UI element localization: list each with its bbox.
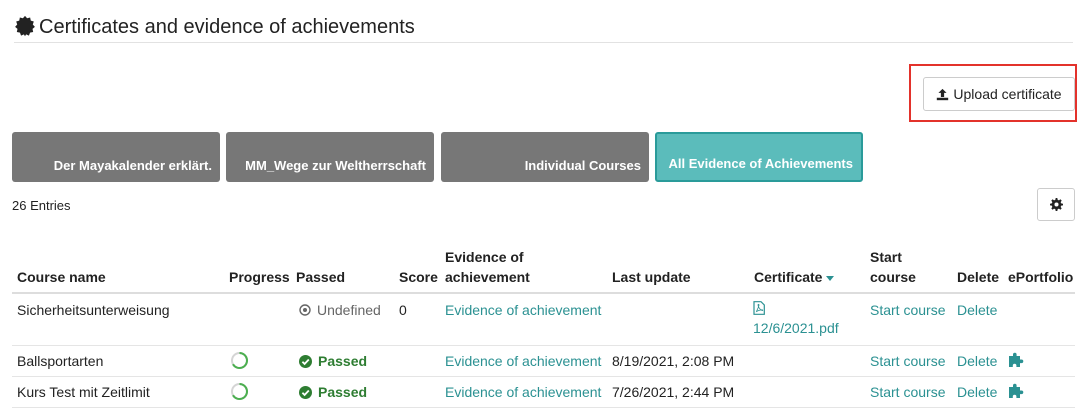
upload-icon: [937, 88, 949, 100]
evidence-link[interactable]: Evidence of achievement: [445, 352, 601, 370]
col-header-passed[interactable]: Passed: [296, 267, 345, 287]
start-course-link[interactable]: Start course: [870, 383, 945, 401]
check-circle-icon: [299, 385, 312, 399]
progress-ring-icon: [231, 351, 249, 369]
passed-status: Undefined: [299, 301, 381, 319]
puzzle-icon[interactable]: [1007, 383, 1025, 400]
last-update-cell: 7/26/2021, 2:44 PM: [612, 384, 735, 400]
delete-link[interactable]: Delete: [957, 301, 997, 319]
col-header-evidence-line2: achievement: [445, 269, 530, 285]
col-header-evidence-line1: Evidence of: [445, 249, 524, 265]
course-name-cell: Kurs Test mit Zeitlimit: [17, 384, 150, 400]
sort-desc-icon: [826, 275, 835, 281]
delete-link[interactable]: Delete: [957, 383, 997, 401]
tab-label: All Evidence of Achievements: [668, 156, 853, 171]
gear-icon: [1049, 198, 1063, 211]
start-course-link[interactable]: Start course: [870, 301, 945, 319]
col-header-progress[interactable]: Progress: [229, 267, 290, 287]
tab-all-evidence[interactable]: All Evidence of Achievements: [655, 132, 863, 182]
upload-certificate-button[interactable]: Upload certificate: [923, 77, 1075, 111]
check-circle-icon: [299, 354, 312, 368]
col-header-delete: Delete: [957, 269, 1000, 285]
header-divider: [12, 292, 1075, 294]
col-header-course-name[interactable]: Course name: [17, 267, 106, 287]
upload-certificate-label: Upload certificate: [953, 86, 1062, 102]
row-divider: [12, 407, 1075, 408]
passed-status-label: Passed: [318, 384, 368, 400]
col-header-certificate-label: Certificate: [754, 269, 823, 285]
certificate-link[interactable]: 12/6/2021.pdf: [753, 301, 839, 337]
col-header-start-course[interactable]: Start course: [870, 247, 916, 287]
start-course-link[interactable]: Start course: [870, 352, 945, 370]
last-update-cell: 8/19/2021, 2:08 PM: [612, 353, 735, 369]
tab-individual-courses[interactable]: Individual Courses: [441, 132, 649, 182]
row-divider: [12, 345, 1075, 346]
col-header-start-line1: Start: [870, 249, 902, 265]
course-name-cell: Ballsportarten: [17, 353, 104, 369]
pdf-file-icon: [753, 301, 765, 315]
table-settings-button[interactable]: [1037, 188, 1075, 221]
passed-status-label: Undefined: [317, 302, 381, 318]
tab-label: Der Mayakalender erklärt.: [53, 158, 212, 173]
page-title: Certificates and evidence of achievement…: [39, 16, 415, 38]
evidence-link[interactable]: Evidence of achievement: [445, 383, 601, 401]
score-cell: 0: [399, 302, 407, 318]
col-header-score[interactable]: Score: [399, 267, 438, 287]
tab-mm-wege[interactable]: MM_Wege zur Weltherrschaft: [226, 132, 434, 182]
course-name-cell: Sicherheitsunterweisung: [17, 302, 170, 318]
col-header-eportfolio: ePortfolio: [1008, 269, 1074, 285]
entries-count: 26 Entries: [12, 198, 71, 213]
page-header: Certificates and evidence of achievement…: [14, 14, 1073, 43]
evidence-link[interactable]: Evidence of achievement: [445, 301, 601, 319]
tab-der-mayakalender[interactable]: Der Mayakalender erklärt.: [12, 132, 220, 182]
col-header-certificate[interactable]: Certificate: [754, 267, 835, 287]
tab-label: Individual Courses: [524, 158, 641, 173]
col-header-last-update[interactable]: Last update: [612, 267, 691, 287]
row-divider: [12, 376, 1075, 377]
col-header-start-line2: course: [870, 269, 916, 285]
passed-status: Passed: [299, 383, 367, 401]
certificate-badge-icon: [15, 15, 35, 37]
col-header-evidence[interactable]: Evidence of achievement: [445, 247, 530, 287]
delete-link[interactable]: Delete: [957, 352, 997, 370]
passed-status-label: Passed: [318, 353, 368, 369]
passed-status: Passed: [299, 352, 367, 370]
tab-label: MM_Wege zur Weltherrschaft: [245, 158, 426, 173]
certificate-filename: 12/6/2021.pdf: [753, 320, 839, 336]
dot-circle-icon: [299, 304, 311, 316]
puzzle-icon[interactable]: [1007, 352, 1025, 369]
progress-ring-icon: [231, 382, 249, 400]
